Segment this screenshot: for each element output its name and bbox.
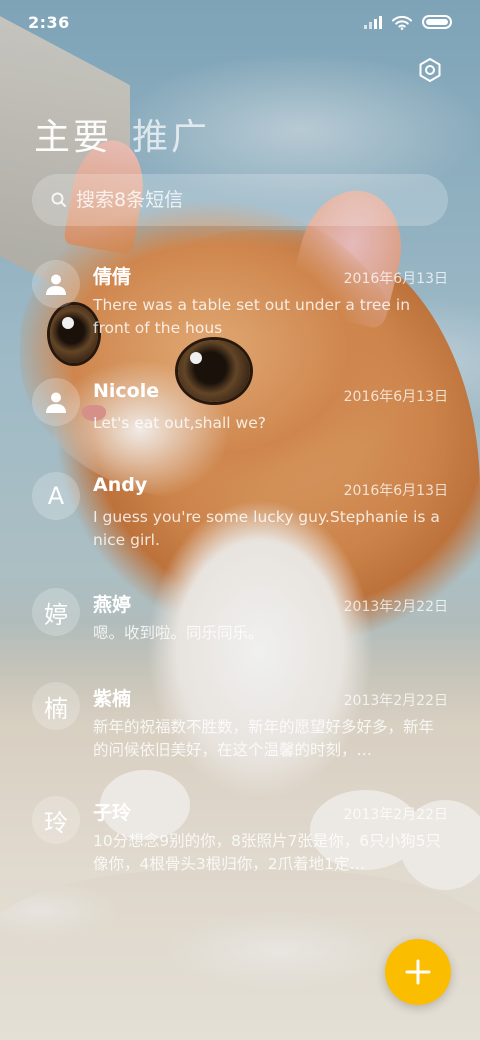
conversation-item[interactable]: A Andy 2016年6月13日 I guess you're some lu… — [0, 462, 480, 574]
contact-name: Andy — [93, 474, 148, 496]
person-icon — [46, 392, 66, 413]
avatar[interactable]: A — [32, 472, 80, 520]
tab-primary[interactable]: 主要 — [34, 108, 112, 160]
contact-name: 紫楠 — [93, 688, 132, 710]
header-tabs: 主要 推广 — [34, 108, 210, 160]
search-bar[interactable] — [32, 174, 448, 226]
search-input[interactable] — [76, 189, 416, 211]
message-date: 2016年6月13日 — [343, 483, 448, 499]
signal-icon — [364, 15, 382, 29]
conversation-item[interactable]: 倩倩 2016年6月13日 There was a table set out … — [0, 250, 480, 362]
status-time: 2:36 — [28, 12, 70, 32]
search-icon — [51, 192, 66, 207]
message-date: 2013年2月22日 — [343, 807, 448, 823]
message-preview: 新年的祝福数不胜数，新年的愿望好多好多，新年的问候依旧美好，在这个温馨的时刻，… — [93, 718, 435, 759]
message-date: 2013年2月22日 — [343, 693, 448, 709]
avatar[interactable]: 玲 — [32, 796, 80, 844]
gear-icon — [419, 58, 441, 82]
status-icons — [364, 15, 452, 30]
conversation-item[interactable]: 楠 紫楠 2013年2月22日 新年的祝福数不胜数，新年的愿望好多好多，新年的问… — [0, 672, 480, 784]
conversation-item[interactable]: 玲 子玲 2013年2月22日 10分想念9别的你，8张照片7张是你，6只小狗5… — [0, 786, 480, 898]
avatar[interactable]: 婷 — [32, 588, 80, 636]
message-date: 2013年2月22日 — [343, 599, 448, 615]
message-date: 2016年6月13日 — [343, 271, 448, 287]
avatar[interactable] — [32, 378, 80, 426]
settings-button[interactable] — [414, 54, 446, 86]
message-preview: 嗯。收到啦。同乐同乐。 — [93, 624, 264, 642]
message-preview: There was a table set out under a tree i… — [93, 296, 411, 337]
message-preview: Let's eat out,shall we? — [93, 414, 266, 432]
contact-name: Nicole — [93, 380, 160, 402]
contact-name: 倩倩 — [93, 266, 132, 288]
message-preview: I guess you're some lucky guy.Stephanie … — [93, 508, 440, 549]
battery-icon — [422, 15, 452, 29]
wifi-icon — [392, 15, 412, 30]
person-icon — [46, 274, 66, 295]
contact-name: 子玲 — [93, 802, 132, 824]
message-preview: 10分想念9别的你，8张照片7张是你，6只小狗5只像你，4根骨头3根归你，2爪着… — [93, 832, 442, 873]
avatar[interactable] — [32, 260, 80, 308]
plus-icon — [405, 959, 431, 985]
message-date: 2016年6月13日 — [343, 389, 448, 405]
tab-promotions[interactable]: 推广 — [132, 108, 210, 160]
avatar[interactable]: 楠 — [32, 682, 80, 730]
contact-name: 燕婷 — [93, 594, 132, 616]
compose-button[interactable] — [385, 939, 451, 1005]
status-bar: 2:36 — [0, 0, 480, 44]
